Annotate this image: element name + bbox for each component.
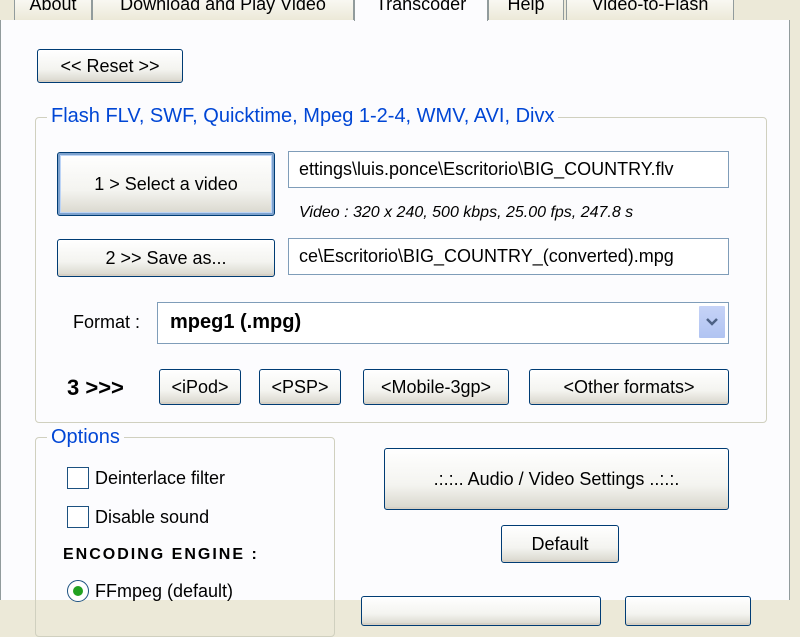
window-background — [790, 0, 800, 600]
encoding-engine-heading: ENCODING ENGINE : — [63, 546, 259, 563]
video-info-text: Video : 320 x 240, 500 kbps, 25.00 fps, … — [299, 204, 634, 221]
other-formats-button[interactable]: <Other formats> — [529, 369, 729, 405]
input-file-field[interactable]: ettings\luis.ponce\Escritorio\BIG_COUNTR… — [288, 151, 729, 188]
tab-transcoder[interactable]: Transcoder — [354, 0, 488, 21]
output-file-field[interactable]: ce\Escritorio\BIG_COUNTRY_(converted).mp… — [288, 238, 729, 275]
reset-button[interactable]: << Reset >> — [37, 49, 183, 83]
deinterlace-label: Deinterlace filter — [95, 468, 226, 488]
deinterlace-checkbox[interactable] — [67, 467, 89, 489]
format-select-value: mpeg1 (.mpg) — [170, 311, 302, 333]
disable-sound-label: Disable sound — [95, 507, 210, 527]
bottom-button-left[interactable] — [361, 596, 601, 626]
format-label: Format : — [73, 312, 141, 332]
bottom-button-right[interactable] — [625, 596, 751, 626]
save-as-button[interactable]: 2 >> Save as... — [57, 239, 275, 277]
tab-video-to-flash[interactable]: Video-to-Flash — [566, 0, 734, 20]
chevron-down-icon[interactable] — [698, 305, 726, 339]
ipod-preset-button[interactable]: <iPod> — [159, 369, 241, 405]
disable-sound-checkbox[interactable] — [67, 506, 89, 528]
audio-video-settings-button[interactable]: .:.:.. Audio / Video Settings ..:.:. — [384, 448, 729, 510]
default-button[interactable]: Default — [501, 525, 619, 563]
tab-about[interactable]: About — [14, 0, 92, 20]
tab-help[interactable]: Help — [488, 0, 564, 20]
step3-label: 3 >>> — [67, 375, 124, 400]
tab-download-and-play-video[interactable]: Download and Play Video — [92, 0, 354, 20]
psp-preset-button[interactable]: <PSP> — [259, 369, 341, 405]
tab-strip: About Download and Play Video Transcoder… — [0, 0, 800, 21]
transcoder-panel: << Reset >> Flash FLV, SWF, Quicktime, M… — [0, 20, 790, 637]
ffmpeg-radio[interactable] — [67, 580, 89, 602]
format-select[interactable]: mpeg1 (.mpg) — [157, 302, 729, 344]
radio-selected-dot — [73, 586, 83, 596]
options-group-legend: Options — [47, 426, 124, 449]
select-video-button[interactable]: 1 > Select a video — [57, 152, 275, 216]
formats-group-legend: Flash FLV, SWF, Quicktime, Mpeg 1-2-4, W… — [47, 105, 559, 128]
ffmpeg-label: FFmpeg (default) — [95, 581, 234, 601]
mobile-3gp-preset-button[interactable]: <Mobile-3gp> — [363, 369, 509, 405]
